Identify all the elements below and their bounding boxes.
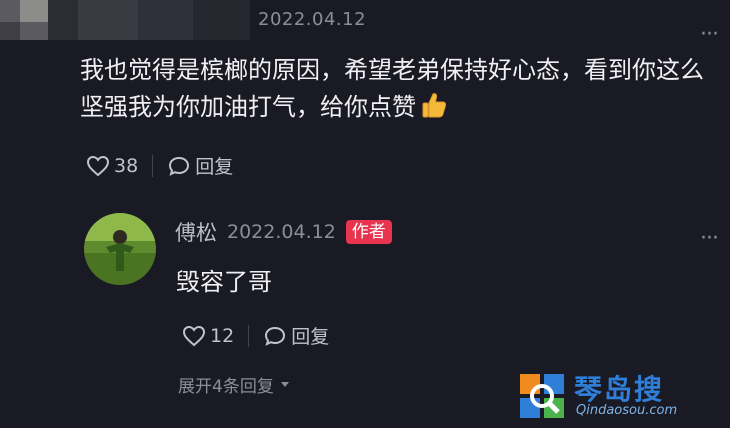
comment-body: 我也觉得是槟榔的原因，希望老弟保持好心态，看到你这么坚强我为你加油打气，给你点赞	[80, 56, 704, 121]
comment-actions: 38 回复	[86, 152, 233, 179]
qindaosou-logo	[518, 372, 566, 420]
watermark-name: 琴岛搜	[574, 373, 665, 406]
expand-replies-link[interactable]: 展开4条回复	[178, 372, 290, 397]
author-badge: 作者	[345, 220, 392, 244]
reply-label: 回复	[195, 156, 234, 178]
comment-date: 2022.04.12	[258, 9, 367, 30]
comment-header: 2022.04.12 ···	[0, 0, 730, 46]
caret-down-icon	[280, 381, 289, 387]
divider	[152, 154, 154, 177]
heart-icon	[86, 155, 110, 176]
blurred-avatar	[0, 0, 250, 40]
comment-text: 我也觉得是槟榔的原因，希望老弟保持好心态，看到你这么坚强我为你加油打气，给你点赞	[80, 52, 720, 130]
reply-bubble-icon	[265, 326, 286, 346]
heart-icon	[182, 325, 206, 346]
reply-actions: 12 回复	[182, 322, 329, 349]
reply-label: 回复	[291, 326, 330, 348]
divider	[248, 324, 250, 347]
like-button[interactable]: 12	[182, 325, 234, 347]
more-icon[interactable]: ···	[700, 228, 719, 250]
watermark: 琴岛搜 Qindaosou.com	[518, 370, 723, 424]
like-count: 12	[210, 324, 235, 347]
author-avatar[interactable]	[84, 213, 156, 285]
author-name[interactable]: 傅松	[175, 217, 217, 247]
reply-button[interactable]: 回复	[263, 322, 329, 349]
reply-bubble-icon	[169, 156, 190, 176]
reply-button[interactable]: 回复	[167, 152, 233, 179]
like-button[interactable]: 38	[86, 155, 138, 177]
thumbs-up-icon	[420, 91, 448, 130]
watermark-domain: Qindaosou.com	[576, 403, 678, 418]
reply-date: 2022.04.12	[227, 221, 336, 243]
like-count: 38	[114, 154, 139, 177]
reply-meta: 傅松 2022.04.12 作者	[175, 217, 392, 247]
reply-text: 毁容了哥	[176, 268, 272, 296]
more-icon[interactable]: ···	[700, 24, 719, 46]
expand-label: 展开4条回复	[178, 377, 274, 397]
